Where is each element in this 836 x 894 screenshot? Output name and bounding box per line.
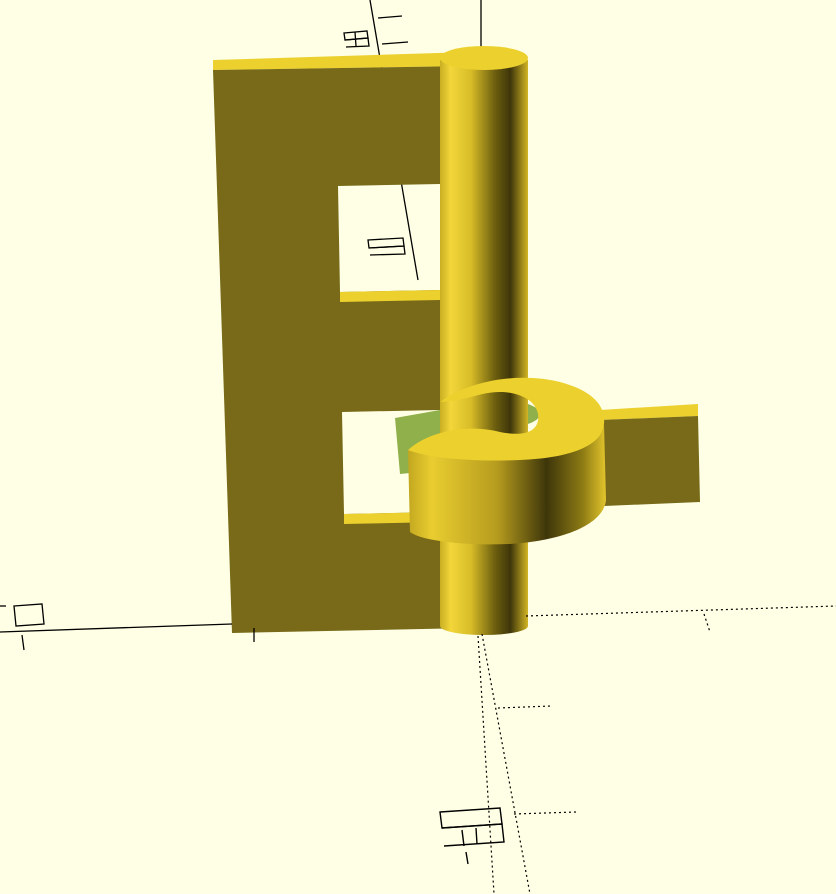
axis-label-left — [0, 603, 45, 627]
hinge-leaf-plate[interactable] — [213, 52, 470, 633]
axis-ticks — [377, 15, 409, 45]
axis-label-middle — [367, 237, 406, 256]
axis-label-bottom — [439, 807, 505, 865]
axis-y-negative-dotted — [477, 633, 577, 894]
axis-x-positive-dotted — [525, 605, 836, 633]
hinge-pin-cylinder[interactable] — [440, 46, 528, 635]
axis-x-negative — [0, 623, 255, 651]
axis-label-top — [343, 30, 370, 48]
3d-viewport[interactable] — [0, 0, 836, 894]
